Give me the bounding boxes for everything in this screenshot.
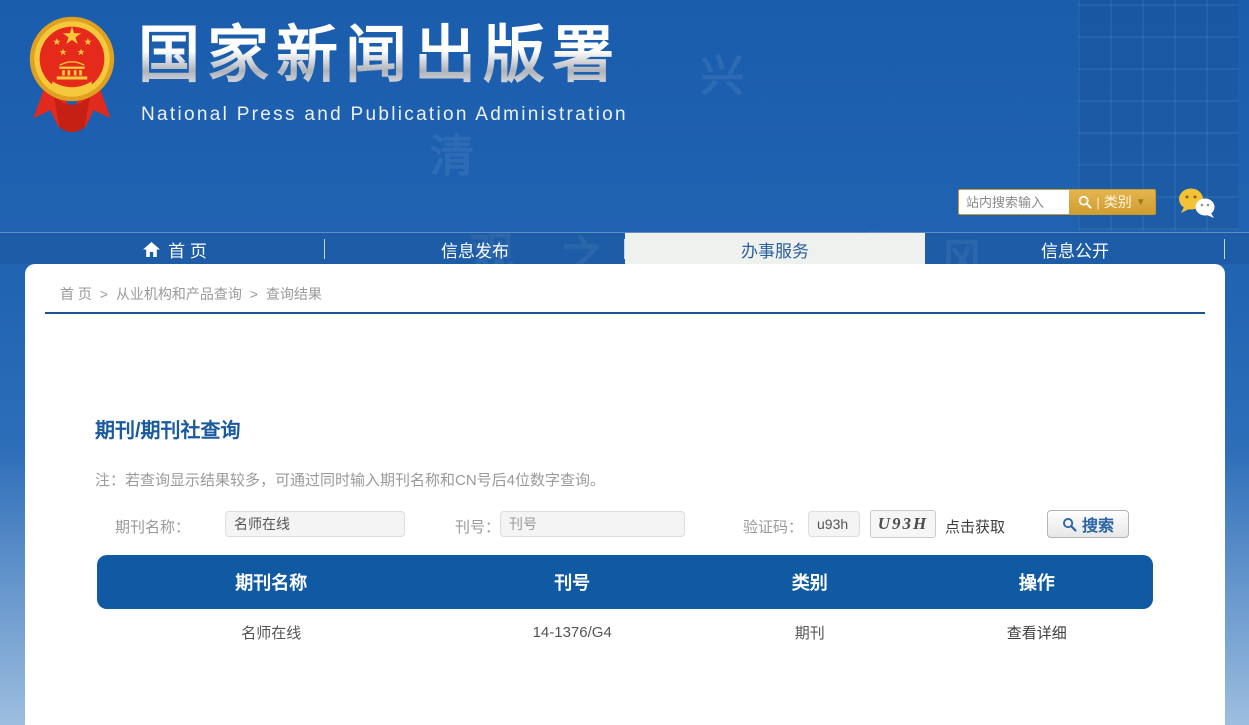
- col-header-category: 类别: [699, 569, 921, 595]
- breadcrumb: 首 页 > 从业机构和产品查询 > 查询结果: [60, 284, 326, 304]
- breadcrumb-query[interactable]: 从业机构和产品查询: [116, 286, 242, 302]
- search-button-label: 搜索: [1082, 512, 1114, 536]
- cn-number-label: 刊号：: [455, 516, 500, 537]
- table-row: 名师在线 14-1376/G4 期刊 查看详细: [97, 609, 1153, 655]
- captcha-input[interactable]: [808, 511, 860, 537]
- results-table: 期刊名称 刊号 类别 操作 名师在线 14-1376/G4 期刊 查看详细: [97, 555, 1153, 655]
- results-table-header: 期刊名称 刊号 类别 操作: [97, 555, 1153, 609]
- col-header-action: 操作: [921, 569, 1153, 595]
- captcha-label: 验证码：: [743, 516, 803, 537]
- captcha-refresh-link[interactable]: 点击获取: [945, 516, 1005, 537]
- nav-item-label: 办事服务: [741, 237, 809, 262]
- breadcrumb-rule: [45, 312, 1205, 314]
- nav-item-services[interactable]: 办事服务: [625, 233, 925, 265]
- search-divider: |: [1096, 195, 1099, 210]
- breadcrumb-separator: >: [100, 286, 108, 302]
- site-header: 观 之 类 风 清 兴: [0, 0, 1249, 232]
- cell-category: 期刊: [699, 622, 921, 643]
- view-detail-link[interactable]: 查看详细: [1007, 625, 1067, 642]
- col-header-cn-number: 刊号: [445, 569, 698, 595]
- cn-number-input[interactable]: [500, 511, 685, 537]
- wechat-icon[interactable]: [1176, 187, 1218, 224]
- chevron-down-icon[interactable]: ▼: [1136, 197, 1146, 208]
- query-note: 注：若查询显示结果较多，可通过同时输入期刊名称和CN号后4位数字查询。: [95, 469, 605, 490]
- search-category-dropdown[interactable]: 类别: [1104, 192, 1132, 212]
- query-form: 期刊名称： 刊号： 验证码： U93H 点击获取 搜索: [25, 510, 1225, 540]
- watermark-text: 兴: [700, 40, 744, 104]
- site-search-controls: | 类别 ▼: [1069, 190, 1155, 214]
- site-search-bar: | 类别 ▼: [958, 189, 1156, 215]
- nav-item-home[interactable]: 首 页: [25, 233, 325, 265]
- journal-name-label: 期刊名称：: [115, 516, 190, 537]
- main-nav: 首 页 信息发布 办事服务 信息公开: [0, 232, 1249, 264]
- breadcrumb-current: 查询结果: [266, 286, 322, 302]
- journal-name-input[interactable]: [225, 511, 405, 537]
- national-emblem-logo: [27, 14, 117, 143]
- watermark-text: 清: [430, 120, 474, 184]
- nav-item-label: 信息公开: [1041, 237, 1109, 262]
- content-panel: 首 页 > 从业机构和产品查询 > 查询结果 期刊/期刊社查询 注：若查询显示结…: [25, 264, 1225, 725]
- breadcrumb-separator: >: [250, 286, 258, 302]
- search-icon: [1062, 517, 1077, 532]
- nav-item-label: 信息发布: [441, 237, 509, 262]
- nav-item-label: 首 页: [168, 237, 207, 262]
- search-icon[interactable]: [1078, 195, 1092, 209]
- page: 观 之 类 风 清 兴: [0, 0, 1249, 725]
- site-search-input[interactable]: [959, 190, 1069, 214]
- home-icon: [143, 242, 160, 257]
- captcha-image[interactable]: U93H: [870, 510, 936, 538]
- site-title: 国家新闻出版署: [138, 22, 621, 90]
- breadcrumb-home[interactable]: 首 页: [60, 286, 92, 302]
- col-header-journal-name: 期刊名称: [97, 569, 445, 595]
- nav-item-news[interactable]: 信息发布: [325, 233, 625, 265]
- search-button[interactable]: 搜索: [1047, 510, 1129, 538]
- nav-item-disclosure[interactable]: 信息公开: [925, 233, 1225, 265]
- cell-cn-number: 14-1376/G4: [445, 624, 698, 641]
- site-subtitle: National Press and Publication Administr…: [141, 104, 628, 126]
- cell-action: 查看详细: [921, 622, 1153, 643]
- page-title: 期刊/期刊社查询: [95, 414, 241, 443]
- cell-journal-name: 名师在线: [97, 622, 445, 643]
